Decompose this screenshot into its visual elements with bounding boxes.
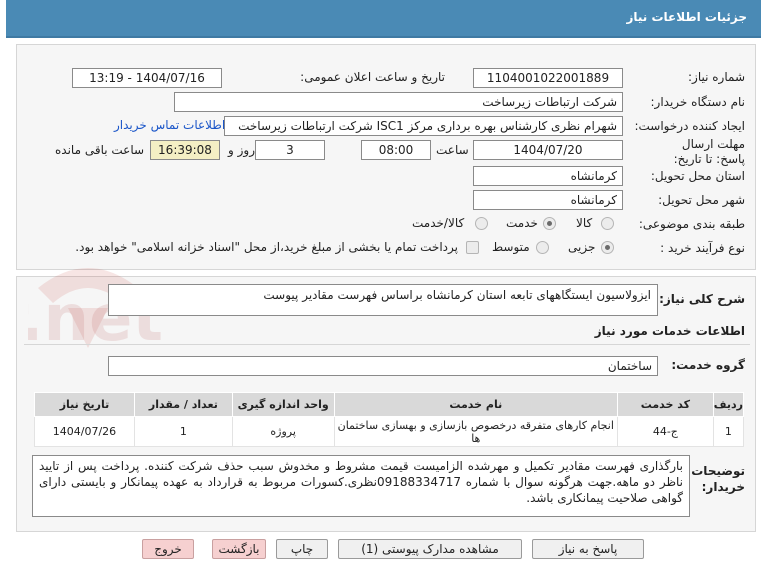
column-header-unit: واحد اندازه گیری <box>231 392 335 417</box>
need-number-label: شماره نیاز: <box>688 70 745 84</box>
page-header: جزئیات اطلاعات نیاز <box>6 0 761 38</box>
purchase-radio-medium[interactable] <box>536 241 549 254</box>
category-label: طبقه بندی موضوعی: <box>638 217 745 231</box>
requester-field: شهرام نظری کارشناس بهره برداری مرکز ISC1… <box>224 116 623 136</box>
column-header-index: ردیف <box>712 392 745 417</box>
table-row: 1 ج-44 انجام کارهای متفرقه درخصوص بازساز… <box>34 416 745 447</box>
row-name-cell: انجام کارهای متفرقه درخصوص بازسازی و بهس… <box>333 416 618 447</box>
announce-datetime-field: 1404/07/16 - 13:19 <box>72 68 222 88</box>
purchase-option-medium: متوسط <box>492 240 530 254</box>
announce-datetime-label: تاریخ و ساعت اعلان عمومی: <box>300 70 445 84</box>
purchase-option-partial: جزیی <box>568 240 596 254</box>
need-number-field: 1104001022001889 <box>473 68 623 88</box>
purchase-radio-partial[interactable] <box>601 241 614 254</box>
row-code-cell: ج-44 <box>616 416 714 447</box>
deadline-date-field: 1404/07/20 <box>473 140 623 160</box>
exit-button[interactable]: خروج <box>142 539 194 559</box>
table-header-row: ردیف کد خدمت نام خدمت واحد اندازه گیری ت… <box>34 392 745 417</box>
category-radio-goods[interactable] <box>601 217 614 230</box>
row-qty-cell: 1 <box>133 416 233 447</box>
buyer-org-label: نام دستگاه خریدار: <box>650 95 746 109</box>
column-header-code: کد خدمت <box>616 392 714 417</box>
row-unit-cell: پروژه <box>231 416 335 447</box>
service-group-field: ساختمان <box>108 356 658 376</box>
city-field: کرمانشاه <box>473 190 623 210</box>
column-header-name: نام خدمت <box>333 392 618 417</box>
page-title: جزئیات اطلاعات نیاز <box>626 10 747 24</box>
treasury-payment-note: پرداخت تمام یا بخشی از مبلغ خرید،از محل … <box>75 240 458 254</box>
remaining-days-field: 3 <box>255 140 325 160</box>
reply-button[interactable]: پاسخ به نیاز <box>532 539 644 559</box>
category-radio-service[interactable] <box>543 217 556 230</box>
view-attachments-button[interactable]: مشاهده مدارک پیوستی (1) <box>338 539 522 559</box>
services-section-title: اطلاعات خدمات مورد نیاز <box>594 324 745 338</box>
buyer-notes-field: بارگذاری فهرست مقادیر تکمیل و مهرشده الز… <box>32 455 690 517</box>
buyer-contact-link[interactable]: اطلاعات تماس خریدار <box>114 118 225 132</box>
column-header-qty: تعداد / مقدار <box>133 392 233 417</box>
requester-label: ایجاد کننده درخواست: <box>634 119 745 133</box>
column-header-date: تاریخ نیاز <box>34 392 135 417</box>
summary-label: شرح کلی نیاز: <box>659 292 745 306</box>
city-label: شهر محل تحویل: <box>658 193 745 207</box>
service-group-label: گروه خدمت: <box>671 358 745 372</box>
category-radio-goods-service[interactable] <box>475 217 488 230</box>
row-index-cell: 1 <box>712 416 745 447</box>
row-date-cell: 1404/07/26 <box>34 416 135 447</box>
province-field: کرمانشاه <box>473 166 623 186</box>
remaining-time-field: 16:39:08 <box>150 140 220 160</box>
category-option-goods: کالا <box>576 216 593 230</box>
buyer-org-field: شرکت ارتباطات زیرساخت <box>174 92 623 112</box>
purchase-type-label: نوع فرآیند خرید : <box>660 241 745 255</box>
services-table: ردیف کد خدمت نام خدمت واحد اندازه گیری ت… <box>34 392 745 447</box>
category-option-service: خدمت <box>506 216 538 230</box>
back-button[interactable]: بازگشت <box>212 539 266 559</box>
buyer-notes-label: توضیحات خریدار: <box>691 464 745 494</box>
deadline-label: مهلت ارسال پاسخ: تا تاریخ: <box>673 137 745 166</box>
deadline-time-field: 08:00 <box>361 140 431 160</box>
treasury-payment-checkbox[interactable] <box>466 241 479 254</box>
summary-field: ایزولاسیون ایستگاههای تابعه استان کرمانش… <box>108 284 658 316</box>
remaining-time-label: ساعت باقی مانده <box>55 143 145 157</box>
print-button[interactable]: چاپ <box>276 539 328 559</box>
deadline-time-label: ساعت <box>436 143 469 157</box>
category-option-goods-service: کالا/خدمت <box>412 216 465 230</box>
remaining-days-label: روز و <box>228 143 255 157</box>
section-divider <box>24 344 750 345</box>
province-label: استان محل تحویل: <box>650 169 745 183</box>
